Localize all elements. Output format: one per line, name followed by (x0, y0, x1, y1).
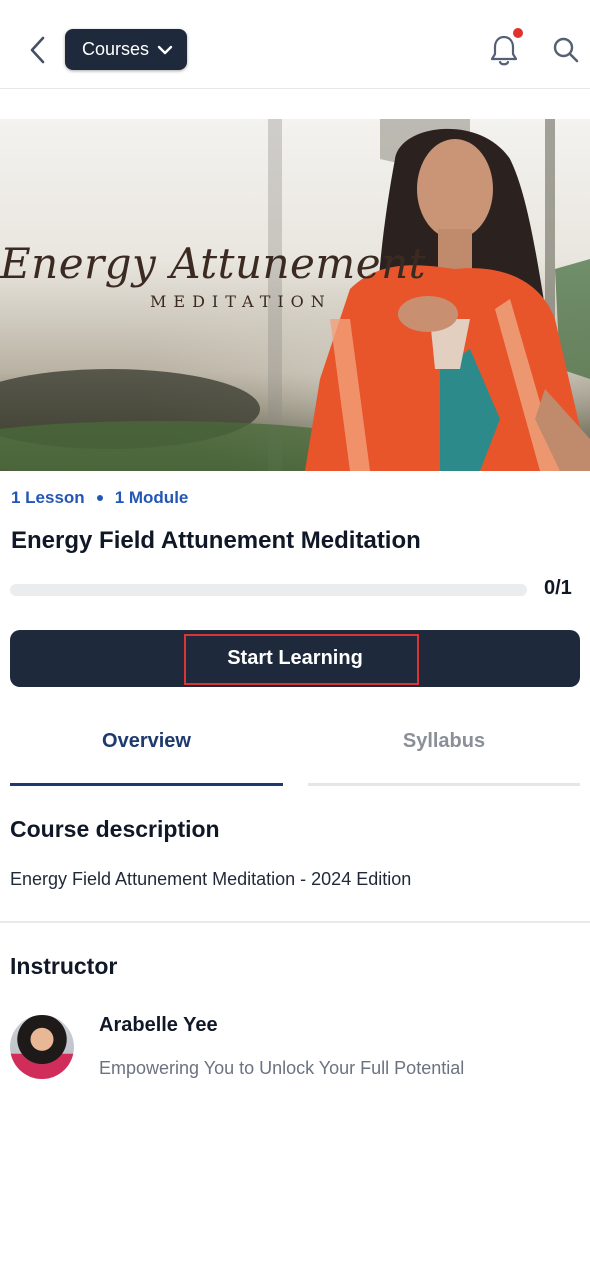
meta-separator (96, 495, 103, 501)
chevron-down-icon (157, 45, 173, 54)
section-divider (0, 921, 590, 923)
tab-indicator-active (10, 783, 283, 786)
notification-badge (513, 28, 523, 38)
module-count: 1 Module (114, 488, 189, 507)
search-button[interactable] (545, 29, 587, 71)
search-icon (553, 37, 579, 63)
instructor-name[interactable]: Arabelle Yee (99, 1014, 218, 1037)
tab-overview[interactable]: Overview (10, 730, 283, 753)
progress-bar (10, 584, 527, 596)
courses-dropdown[interactable]: Courses (65, 29, 188, 70)
back-button[interactable] (18, 30, 58, 70)
tab-indicator-inactive (308, 783, 580, 786)
notifications-button[interactable] (482, 28, 526, 72)
hero-subtitle: MEDITATION (150, 292, 332, 311)
highlight-box (184, 634, 419, 685)
header-divider (0, 88, 590, 89)
course-hero-image: Energy Attunement MEDITATION (0, 119, 590, 471)
chevron-left-icon (30, 36, 45, 64)
bell-icon (490, 35, 518, 66)
courses-dropdown-label: Courses (82, 39, 150, 59)
lesson-count: 1 Lesson (11, 488, 85, 507)
course-title: Energy Field Attunement Meditation (11, 527, 421, 554)
description-text: Energy Field Attunement Meditation - 202… (10, 869, 412, 889)
instructor-bio: Empowering You to Unlock Your Full Poten… (99, 1058, 465, 1078)
tab-syllabus[interactable]: Syllabus (308, 730, 580, 753)
course-meta: 1 Lesson 1 Module (11, 488, 188, 508)
instructor-avatar[interactable] (10, 1015, 74, 1079)
progress-count: 0/1 (544, 577, 572, 599)
description-heading: Course description (10, 816, 220, 842)
hero-title: Energy Attunement (0, 239, 427, 288)
instructor-heading: Instructor (10, 953, 118, 979)
